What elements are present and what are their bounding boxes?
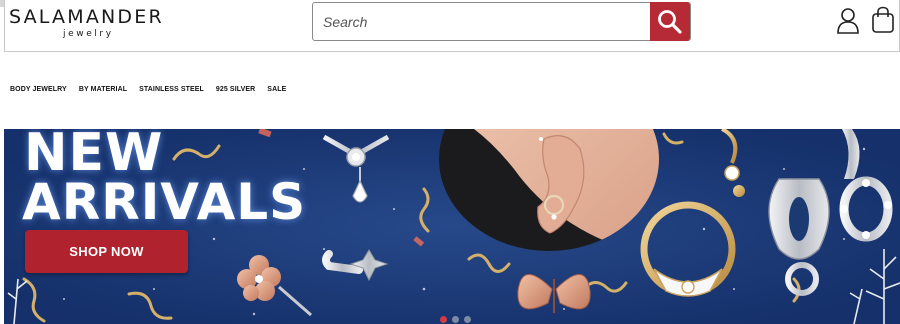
hero-banner[interactable]: NEW ARRIVALS SHOP NOW <box>4 129 900 324</box>
site-logo[interactable]: SALAMANDER jewelry <box>9 6 179 46</box>
nav-item-sale[interactable]: SALE <box>267 86 286 96</box>
search-button[interactable] <box>650 2 690 41</box>
nav-item-body-jewelry[interactable]: BODY JEWELRY <box>10 86 67 96</box>
nav-item-stainless-steel[interactable]: STAINLESS STEEL <box>139 86 204 96</box>
carousel-dot-3[interactable] <box>464 316 471 323</box>
cart-button[interactable] <box>870 6 896 34</box>
search-icon <box>658 9 682 34</box>
user-icon <box>837 8 859 34</box>
shopping-bag-icon <box>872 6 894 33</box>
logo-wordmark: SALAMANDER <box>9 6 164 28</box>
carousel-dot-1[interactable] <box>440 316 447 323</box>
nav-item-by-material[interactable]: BY MATERIAL <box>79 86 127 96</box>
carousel-dot-2[interactable] <box>452 316 459 323</box>
main-navigation: BODY JEWELRY BY MATERIAL STAINLESS STEEL… <box>10 86 286 96</box>
site-header: SALAMANDER jewelry <box>4 0 900 52</box>
account-button[interactable] <box>835 6 861 34</box>
logo-subtitle: jewelry <box>63 29 114 39</box>
carousel-indicators <box>440 316 471 323</box>
nav-item-925-silver[interactable]: 925 SILVER <box>216 86 255 96</box>
hero-title-line2: ARRIVALS <box>22 173 307 231</box>
search-input[interactable] <box>313 3 650 40</box>
shop-now-button[interactable]: SHOP NOW <box>25 230 188 273</box>
search-bar <box>312 2 691 41</box>
